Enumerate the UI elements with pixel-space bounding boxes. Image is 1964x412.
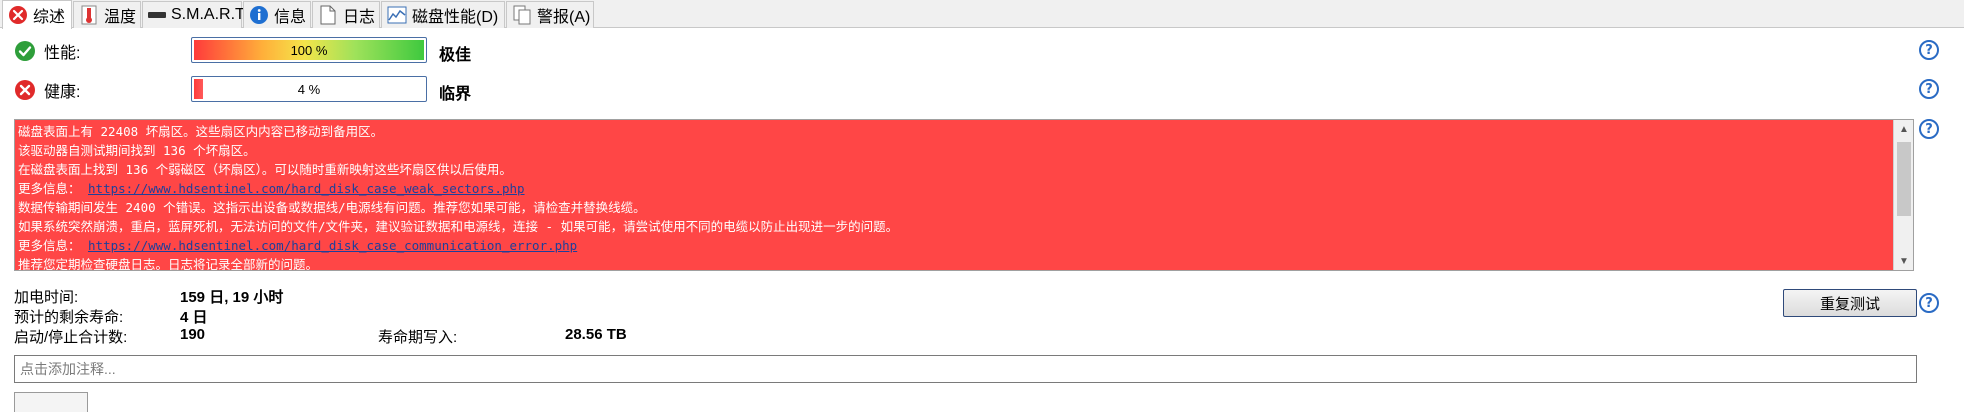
log-line: 该驱动器自测试期间找到 136 个坏扇区。 [18, 141, 1891, 160]
check-icon [14, 40, 36, 62]
document-icon [317, 4, 339, 26]
performance-rating: 极佳 [439, 47, 472, 64]
alert-documents-icon [511, 4, 533, 26]
log-line-text: 数据传输期间发生 2400 个错误。这指示出设备或数据线/电源线有问题。推荐您如… [18, 200, 646, 215]
health-rating: 临界 [439, 86, 472, 103]
log-line-text: 如果系统突然崩溃，重启，蓝屏死机，无法访问的文件/文件夹，建议验证数据和电源线，… [18, 219, 899, 234]
log-line: 数据传输期间发生 2400 个错误。这指示出设备或数据线/电源线有问题。推荐您如… [18, 198, 1891, 217]
health-bar-text: 4 % [297, 81, 321, 97]
log-line: 更多信息： https://www.hdsentinel.com/hard_di… [18, 179, 1891, 198]
start-stop-count-value: 190 [180, 326, 206, 343]
tab-label: 日志 [343, 9, 376, 26]
error-icon [14, 79, 36, 101]
tab-temperature[interactable]: 温度 [73, 1, 141, 28]
error-icon [7, 4, 29, 26]
tab-alerts[interactable]: 警报(A) [506, 1, 594, 28]
log-line-text: 在磁盘表面上找到 136 个弱磁区（坏扇区）。可以随时重新映射这些坏扇区供以后使… [18, 162, 512, 177]
log-line-text: 推荐您定期检查硬盘日志。日志将记录全部新的问题。 [18, 257, 319, 271]
status-log-text: 磁盘表面上有 22408 坏扇区。这些扇区内内容已移动到备用区。 该驱动器自测试期… [18, 122, 1891, 271]
health-label-text: 健康: [44, 84, 81, 101]
tab-disk-performance[interactable]: 磁盘性能(D) [381, 1, 505, 28]
tab-label: 警报(A) [537, 9, 591, 26]
add-note-input[interactable] [14, 355, 1917, 383]
help-icon[interactable]: ? [1919, 119, 1939, 139]
log-line: 如果系统突然崩溃，重启，蓝屏死机，无法访问的文件/文件夹，建议验证数据和电源线，… [18, 217, 1891, 236]
tab-label: 综述 [33, 9, 66, 26]
tab-label: 温度 [104, 9, 137, 26]
log-line-text: 该驱动器自测试期间找到 136 个坏扇区。 [18, 143, 256, 158]
log-line-text: 磁盘表面上有 22408 坏扇区。这些扇区内内容已移动到备用区。 [18, 124, 384, 139]
health-label: 健康: [14, 78, 80, 102]
help-icon[interactable]: ? [1919, 293, 1939, 313]
log-line: 磁盘表面上有 22408 坏扇区。这些扇区内内容已移动到备用区。 [18, 122, 1891, 141]
scroll-thumb[interactable] [1897, 142, 1911, 216]
log-scrollbar[interactable]: ▲ ▼ [1893, 120, 1913, 270]
log-link[interactable]: https://www.hdsentinel.com/hard_disk_cas… [88, 181, 525, 196]
scroll-up-icon[interactable]: ▲ [1894, 120, 1913, 138]
tab-smart[interactable]: S.M.A.R.T. [142, 1, 247, 28]
log-link[interactable]: https://www.hdsentinel.com/hard_disk_cas… [88, 238, 577, 253]
log-line-text: 更多信息： [18, 181, 89, 196]
tab-label: 磁盘性能(D) [412, 9, 499, 26]
performance-bar: 100 % [191, 37, 427, 63]
tab-overview[interactable]: 综述 [2, 0, 72, 29]
bottom-button[interactable] [14, 392, 88, 412]
drive-icon [147, 4, 167, 26]
tab-label: 信息 [274, 9, 307, 26]
lifetime-writes-label: 寿命期写入: [378, 329, 458, 346]
info-icon [248, 4, 270, 26]
power-on-time-label: 加电时间: [14, 289, 79, 306]
remaining-lifetime-label: 预计的剩余寿命: [14, 309, 124, 326]
tab-log[interactable]: 日志 [312, 1, 380, 28]
log-line-text: 更多信息： [18, 238, 89, 253]
repeat-test-button[interactable]: 重复测试 [1783, 289, 1917, 317]
scroll-down-icon[interactable]: ▼ [1894, 252, 1913, 270]
log-line: 更多信息： https://www.hdsentinel.com/hard_di… [18, 236, 1891, 255]
performance-chart-icon [386, 4, 408, 26]
performance-label: 性能: [14, 39, 80, 63]
remaining-lifetime-value: 4 日 [180, 309, 208, 326]
power-on-time-value: 159 日, 19 小时 [180, 289, 284, 306]
log-line: 在磁盘表面上找到 136 个弱磁区（坏扇区）。可以随时重新映射这些坏扇区供以后使… [18, 160, 1891, 179]
performance-label-text: 性能: [44, 45, 81, 62]
lifetime-writes-value: 28.56 TB [565, 326, 627, 343]
health-bar: 4 % [191, 76, 427, 102]
status-log-panel[interactable]: 磁盘表面上有 22408 坏扇区。这些扇区内内容已移动到备用区。 该驱动器自测试期… [14, 119, 1914, 271]
tab-strip: 综述 温度 S.M.A.R.T. 信息 日志 磁盘性能(D) 警报(A) [0, 0, 1964, 29]
log-line: 推荐您定期检查硬盘日志。日志将记录全部新的问题。 [18, 255, 1891, 271]
start-stop-count-label: 启动/停止合计数: [14, 329, 128, 346]
performance-bar-text: 100 % [290, 42, 328, 58]
tab-label: S.M.A.R.T. [171, 6, 248, 23]
thermometer-icon [78, 4, 100, 26]
tab-information[interactable]: 信息 [243, 1, 311, 28]
help-icon[interactable]: ? [1919, 79, 1939, 99]
help-icon[interactable]: ? [1919, 40, 1939, 60]
